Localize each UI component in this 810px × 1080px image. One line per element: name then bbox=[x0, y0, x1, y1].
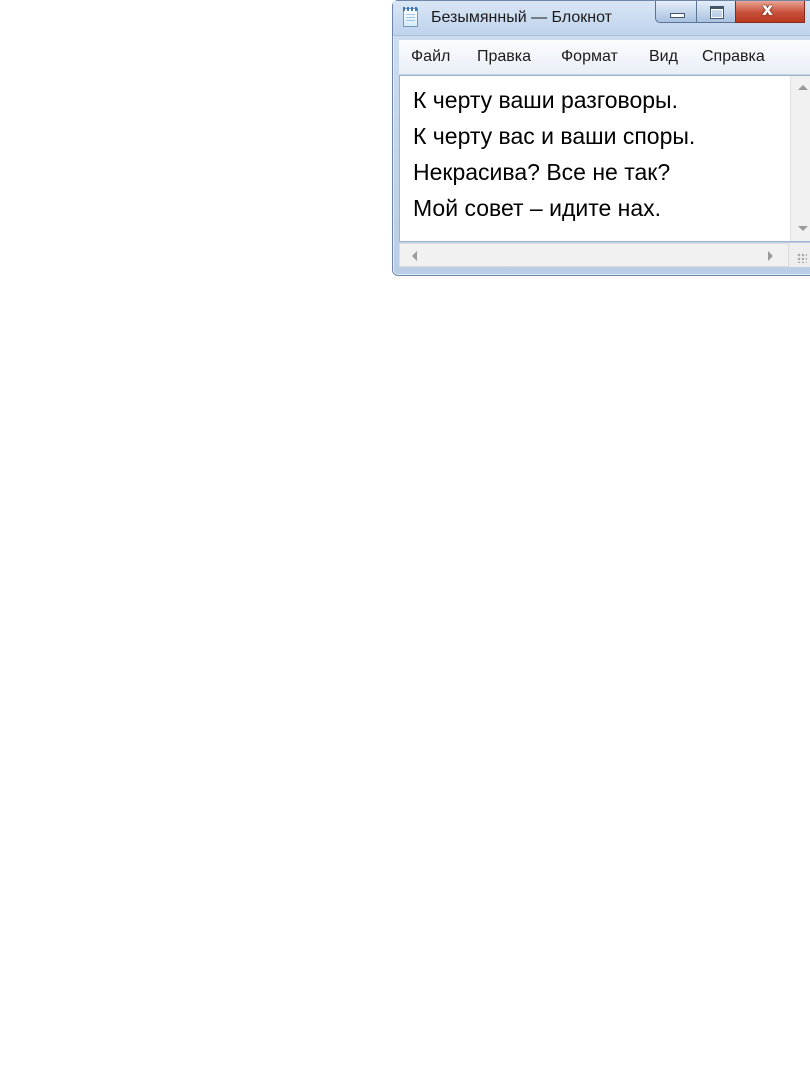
scroll-left-icon[interactable] bbox=[412, 251, 417, 261]
resize-grip-icon[interactable] bbox=[789, 243, 810, 267]
scroll-down-icon[interactable] bbox=[798, 226, 808, 231]
close-button[interactable]: x bbox=[735, 0, 805, 23]
horizontal-scrollbar[interactable] bbox=[399, 243, 789, 267]
menu-format[interactable]: Формат bbox=[561, 48, 618, 66]
menu-view[interactable]: Вид bbox=[649, 48, 678, 66]
window-title: Безымянный — Блокнот bbox=[431, 9, 612, 26]
text-editor[interactable]: К черту ваши разговоры. К черту вас и ва… bbox=[399, 75, 810, 242]
notepad-window[interactable]: Безымянный — Блокнот x Файл Правка Форма… bbox=[392, 0, 810, 276]
menu-file[interactable]: Файл bbox=[411, 48, 450, 66]
menu-bar: Файл Правка Формат Вид Справка bbox=[399, 40, 810, 75]
scroll-right-icon[interactable] bbox=[768, 251, 773, 261]
maximize-icon bbox=[710, 6, 724, 19]
title-bar[interactable]: Безымянный — Блокнот x bbox=[393, 0, 810, 36]
scroll-up-icon[interactable] bbox=[798, 85, 808, 90]
maximize-button[interactable] bbox=[696, 1, 736, 23]
notepad-icon[interactable] bbox=[403, 7, 418, 27]
vertical-scrollbar[interactable] bbox=[790, 76, 810, 241]
close-icon: x bbox=[762, 0, 773, 20]
menu-edit[interactable]: Правка bbox=[477, 48, 531, 66]
minimize-button[interactable] bbox=[655, 1, 697, 23]
menu-help[interactable]: Справка bbox=[702, 48, 765, 66]
minimize-icon bbox=[670, 13, 685, 18]
editor-content[interactable]: К черту ваши разговоры. К черту вас и ва… bbox=[413, 82, 695, 226]
page: Безымянный — Блокнот x Файл Правка Форма… bbox=[0, 0, 810, 1080]
